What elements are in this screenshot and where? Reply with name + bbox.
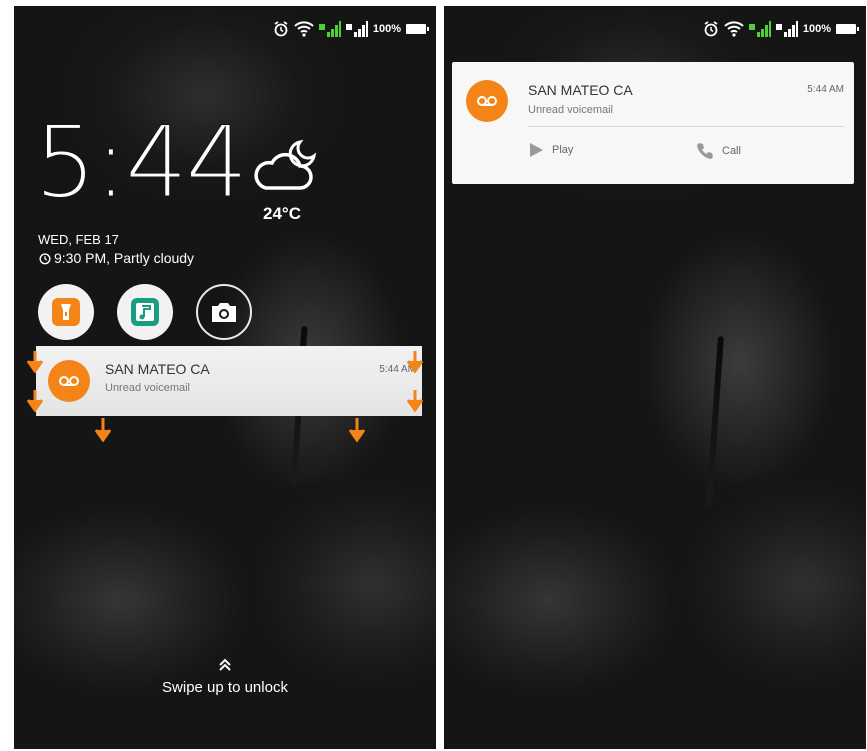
voicemail-notification[interactable]: SAN MATEO CA Unread voicemail 5:44 AM	[36, 346, 422, 416]
call-button[interactable]: Call	[696, 142, 741, 160]
battery-percent: 100%	[372, 23, 401, 35]
signal-sim1-icon	[318, 21, 341, 37]
wifi-icon	[724, 21, 744, 37]
signal-sim2-icon	[775, 21, 798, 37]
alarm-icon	[274, 21, 288, 37]
date-label: WED, FEB 17	[38, 232, 119, 247]
arrow-down-icon	[26, 390, 44, 412]
camera-icon	[212, 303, 236, 322]
battery-icon	[836, 24, 859, 34]
music-shortcut[interactable]	[117, 284, 173, 340]
arrow-down-icon	[26, 351, 44, 373]
signal-sim2-icon	[345, 21, 368, 37]
partly-cloudy-night-icon	[254, 139, 317, 190]
alarm-weather-text: 9:30 PM, Partly cloudy	[54, 250, 195, 266]
lockscreen-collapsed: 100% 5:44 24°C WED, FEB 17 9:30 PM, Part…	[14, 6, 436, 749]
play-label: Play	[552, 144, 574, 156]
notification-time: 5:44 AM	[807, 84, 844, 95]
voicemail-notification-expanded[interactable]: SAN MATEO CA Unread voicemail 5:44 AM Pl…	[452, 62, 854, 184]
alarm-icon	[704, 21, 718, 37]
arrow-down-icon	[406, 390, 424, 412]
notification-title: SAN MATEO CA	[105, 361, 210, 377]
flashlight-shortcut[interactable]	[38, 284, 94, 340]
wifi-icon	[294, 21, 314, 37]
status-bar: 100%	[273, 20, 429, 38]
background-texture	[706, 335, 724, 507]
temperature: 24°C	[263, 204, 301, 223]
unlock-hint[interactable]: Swipe up to unlock	[14, 658, 436, 696]
arrow-down-icon	[94, 418, 112, 442]
arrow-down-icon	[406, 351, 424, 373]
notification-title: SAN MATEO CA	[528, 82, 633, 98]
notification-divider	[528, 126, 844, 127]
battery-icon	[406, 24, 429, 34]
music-icon	[131, 298, 159, 326]
battery-percent: 100%	[802, 23, 831, 35]
camera-shortcut[interactable]	[196, 284, 252, 340]
voicemail-icon	[466, 80, 508, 122]
call-label: Call	[722, 145, 741, 157]
play-button[interactable]: Play	[528, 142, 573, 158]
next-alarm: 9:30 PM, Partly cloudy	[38, 250, 194, 266]
unlock-label: Swipe up to unlock	[162, 679, 288, 696]
phone-icon	[697, 143, 713, 159]
status-bar: 100%	[703, 20, 859, 38]
chevron-up-icon	[219, 658, 231, 671]
lockscreen-expanded: 100% SAN MATEO CA Unread voicemail 5:44 …	[444, 6, 866, 749]
notification-subtitle: Unread voicemail	[105, 382, 190, 394]
voicemail-icon	[48, 360, 90, 402]
alarm-small-icon	[39, 253, 51, 265]
notification-subtitle: Unread voicemail	[528, 104, 613, 116]
flashlight-icon	[52, 298, 80, 326]
arrow-down-icon	[348, 418, 366, 442]
lockscreen-clock: 5:44	[33, 106, 248, 220]
signal-sim1-icon	[748, 21, 771, 37]
play-icon	[530, 143, 543, 157]
